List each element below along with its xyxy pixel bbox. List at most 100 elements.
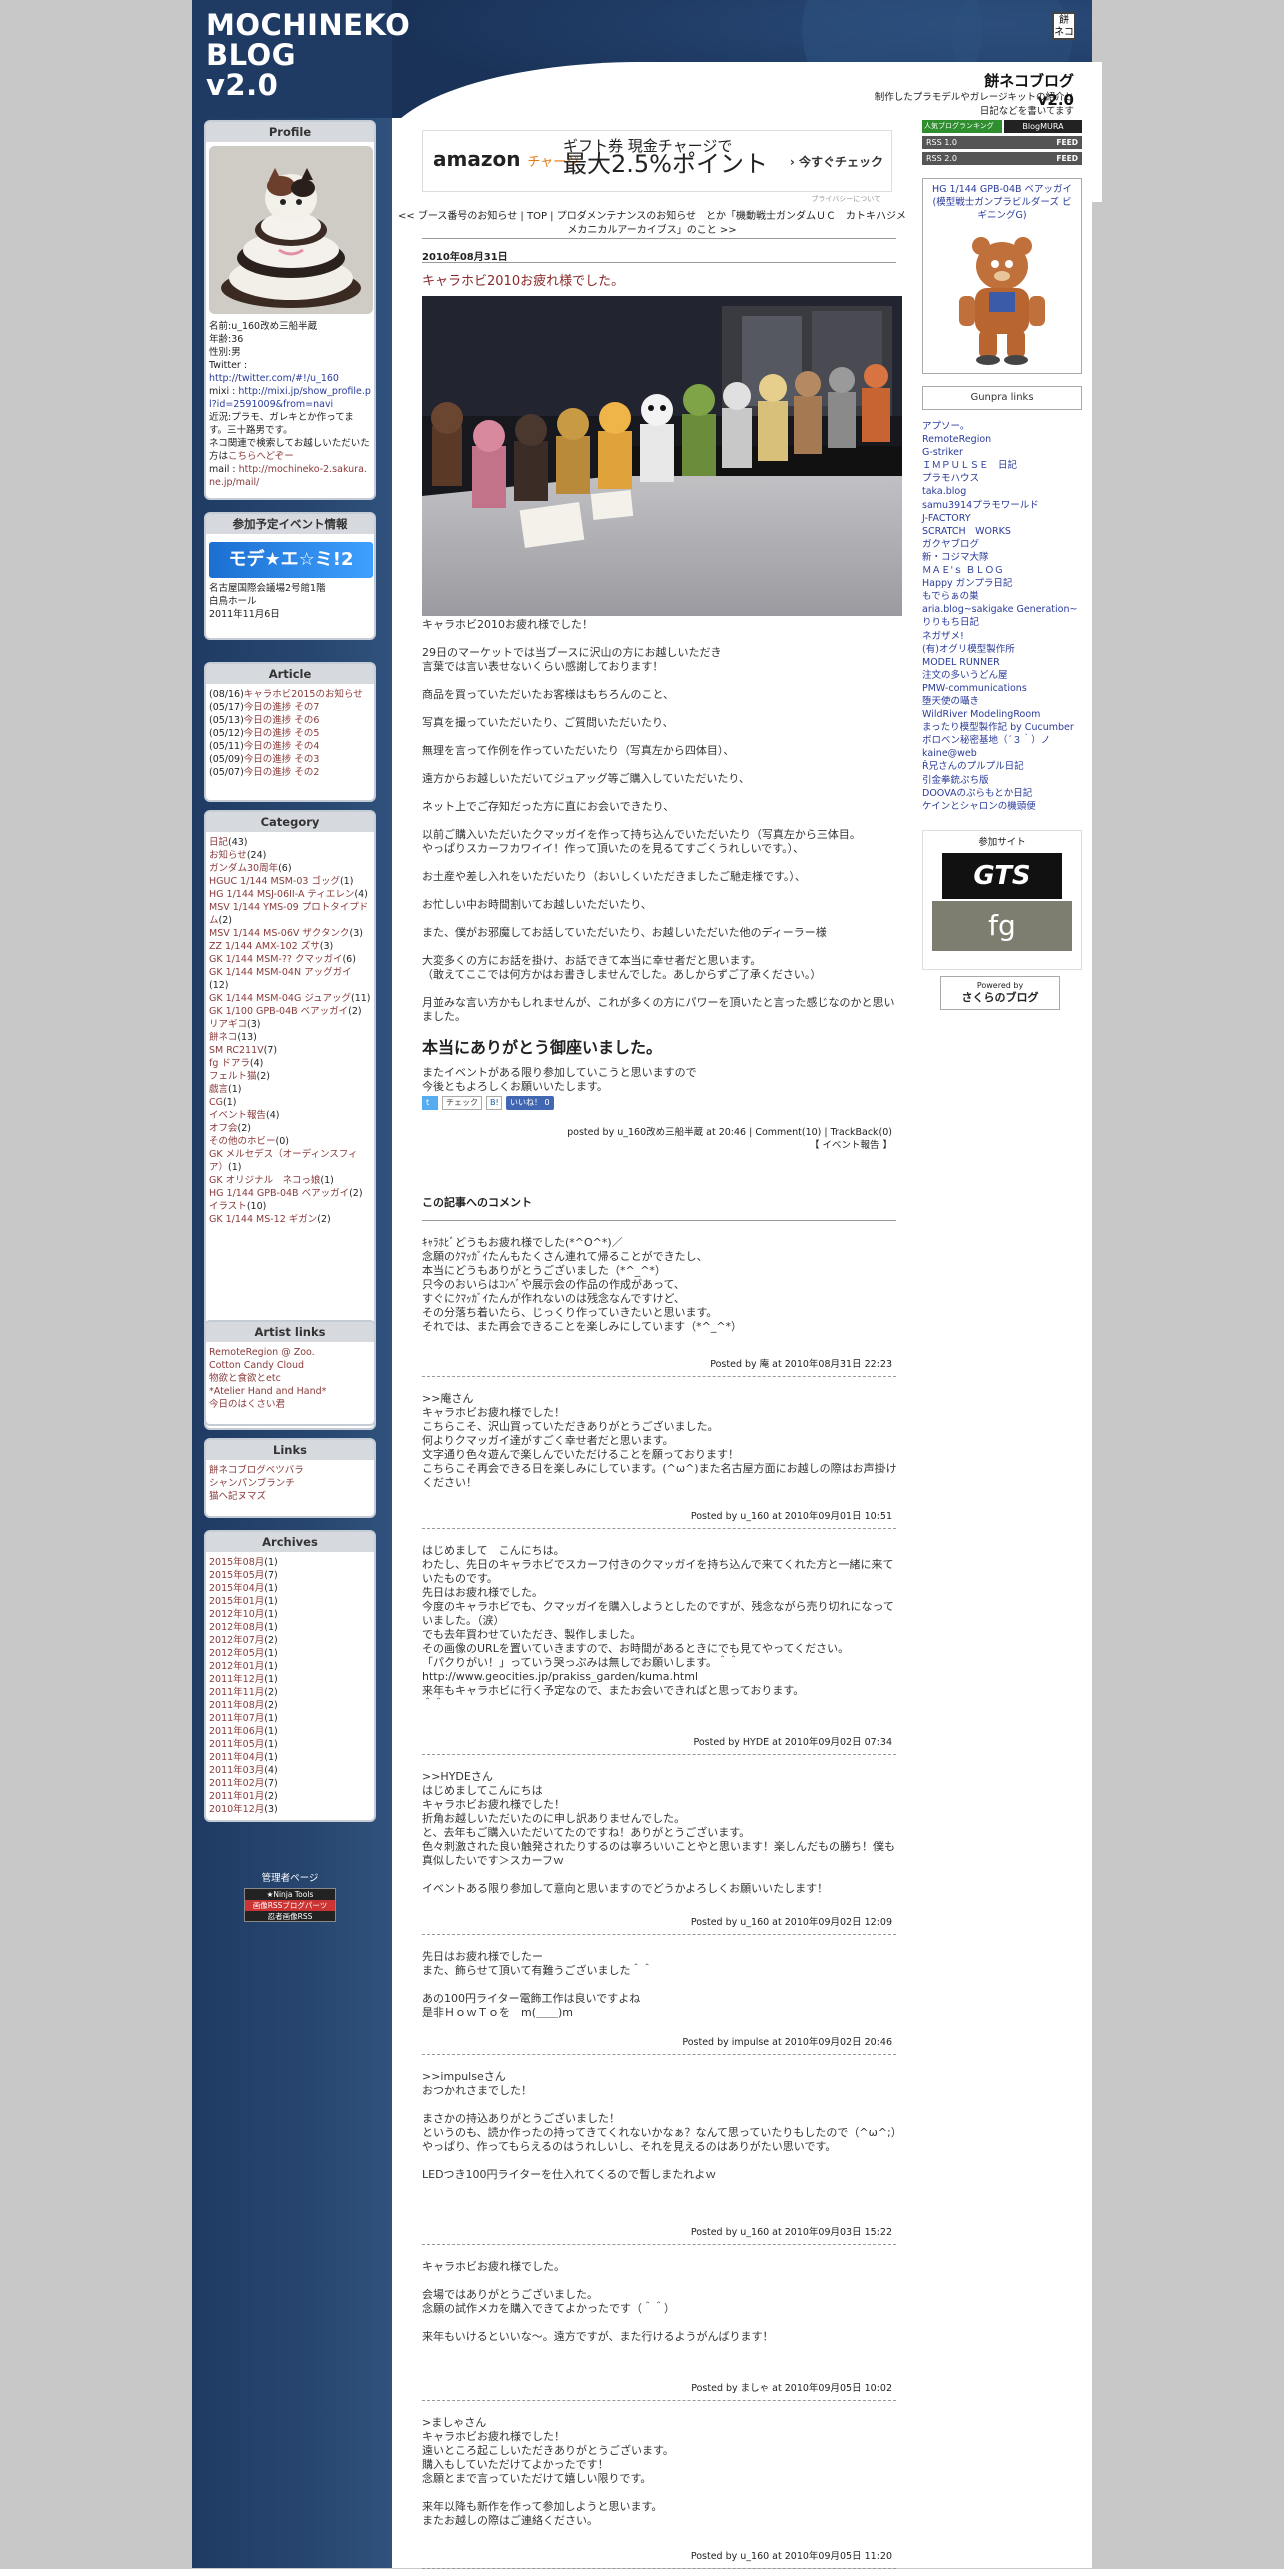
gunpra-link[interactable]: samu3914プラモワールド — [922, 499, 1082, 512]
mixi-check-button[interactable]: チェック — [442, 1096, 482, 1110]
archive-link[interactable]: 2011年05月 — [209, 1739, 264, 1750]
gunpra-link[interactable]: 注文の多いうどん屋 — [922, 669, 1082, 682]
gunpra-link[interactable]: DOOVAのぷらもとか日記 — [922, 787, 1082, 800]
rss2-feed-button[interactable]: RSS 2.0 FEED — [922, 152, 1082, 165]
twitter-link[interactable]: http://twitter.com/#!/u_160 — [209, 373, 339, 384]
article-link[interactable]: 今日の進捗 その3 — [244, 754, 320, 765]
article-link[interactable]: 今日の進捗 その2 — [244, 767, 320, 778]
gunpra-link[interactable]: MODEL RUNNER — [922, 656, 1082, 669]
archive-link[interactable]: 2015年04月 — [209, 1583, 264, 1594]
admin-link[interactable]: 管理者ページ — [202, 1870, 378, 1884]
article-link[interactable]: 今日の進捗 その4 — [244, 741, 320, 752]
fg-banner[interactable]: fg — [932, 901, 1072, 951]
gunpra-link[interactable]: PMW-communications — [922, 682, 1082, 695]
gunpra-link[interactable]: taka.blog — [922, 485, 1082, 498]
category-link[interactable]: 日記 — [209, 837, 228, 848]
gunpra-link[interactable]: 引金拳銃ぷち版 — [922, 774, 1082, 787]
post-navigation[interactable]: << ブース番号のお知らせ | TOP | プロダメンテナンスのお知らせ とか「… — [392, 210, 912, 238]
gunpra-link[interactable]: 堕天使の囁き — [922, 695, 1082, 708]
blog-link[interactable]: 餅ネコブログベツバラ — [209, 1464, 371, 1477]
category-link[interactable]: GK 1/144 MSM-?? クマッガイ — [209, 954, 342, 965]
ranking-banner[interactable]: 人気ブログランキング — [922, 120, 1002, 133]
gunpra-link[interactable]: まったり模型製作記 by Cucumber — [922, 721, 1082, 734]
post-meta-line[interactable]: posted by u_160改め三船半蔵 at 20:46 | Comment… — [422, 1126, 892, 1139]
category-link[interactable]: SM RC211V — [209, 1045, 264, 1056]
category-link[interactable]: fg ドアラ — [209, 1058, 250, 1069]
ad-privacy-link[interactable]: プライバシーについて — [811, 194, 881, 204]
gunpra-link[interactable]: 新・コジマ大隊 — [922, 551, 1082, 564]
category-link[interactable]: 戯言 — [209, 1084, 228, 1095]
gunpra-link[interactable]: アプソー。 — [922, 420, 1082, 433]
category-link[interactable]: GK オリジナル ネコっ娘 — [209, 1175, 320, 1186]
category-link[interactable]: GK 1/144 MSM-04N アッグガイ — [209, 967, 352, 978]
amazon-ad-banner[interactable]: amazon チャージ ギフト券 現金チャージで 最大2.5%ポイント › 今す… — [422, 130, 892, 203]
archive-link[interactable]: 2011年12月 — [209, 1674, 264, 1685]
archive-link[interactable]: 2012年07月 — [209, 1635, 264, 1646]
category-link[interactable]: MSV 1/144 MS-06V ザクタンク — [209, 928, 350, 939]
gunpra-link[interactable]: G-striker — [922, 446, 1082, 459]
post-title[interactable]: キャラホビ2010お疲れ様でした。 — [422, 270, 624, 289]
artist-link[interactable]: Cotton Candy Cloud — [209, 1359, 371, 1372]
gunpra-link[interactable]: プラモハウス — [922, 472, 1082, 485]
archive-link[interactable]: 2015年01月 — [209, 1596, 264, 1607]
facebook-like-button[interactable]: いいね！ 0 — [506, 1096, 554, 1110]
gunpra-link[interactable]: WildRiver ModelingRoom — [922, 708, 1082, 721]
archive-link[interactable]: 2012年01月 — [209, 1661, 264, 1672]
artist-link[interactable]: 今日のはくさい君 — [209, 1398, 371, 1411]
ad-check-button[interactable]: › 今すぐチェック — [790, 153, 883, 170]
category-link[interactable]: GK 1/144 MSM-04G ジュアッグ — [209, 993, 351, 1004]
archive-link[interactable]: 2012年05月 — [209, 1648, 264, 1659]
category-link[interactable]: HGUC 1/144 MSM-03 ゴッグ — [209, 876, 340, 887]
rss1-feed-button[interactable]: RSS 1.0 FEED — [922, 136, 1082, 149]
category-link[interactable]: HG 1/144 GPB-04B ベアッガイ — [209, 1188, 349, 1199]
gunpra-link[interactable]: ケインとシャロンの機頭便 — [922, 800, 1082, 813]
gunpra-link[interactable]: SCRATCH WORKS — [922, 525, 1082, 538]
archive-link[interactable]: 2011年01月 — [209, 1791, 264, 1802]
archive-link[interactable]: 2015年08月 — [209, 1557, 264, 1568]
category-link[interactable]: CG — [209, 1097, 223, 1108]
blogmura-banner[interactable]: BlogMURA — [1004, 120, 1082, 133]
artist-link[interactable]: *Atelier Hand and Hand* — [209, 1385, 371, 1398]
blog-link[interactable]: シャンパンブランチ — [209, 1477, 371, 1490]
artist-link[interactable]: 物欲と食欲とetc — [209, 1372, 371, 1385]
ninja-rss-badge[interactable]: ★Ninja Tools 画像RSSブログパーツ 忍者画像RSS — [244, 1888, 336, 1922]
archive-link[interactable]: 2015年05月 — [209, 1570, 264, 1581]
category-link[interactable]: オフ会 — [209, 1123, 238, 1134]
gunpra-link[interactable]: ボロベン秘密基地（´３｀）ノ — [922, 734, 1082, 747]
category-link[interactable]: ガンダム30周年 — [209, 863, 278, 874]
archive-link[interactable]: 2011年07月 — [209, 1713, 264, 1724]
archive-link[interactable]: 2011年11月 — [209, 1687, 264, 1698]
archive-link[interactable]: 2011年06月 — [209, 1726, 264, 1737]
category-link[interactable]: リアギコ — [209, 1019, 247, 1030]
archive-link[interactable]: 2011年04月 — [209, 1752, 264, 1763]
post-category-link[interactable]: 【 イベント報告 】 — [422, 1139, 892, 1152]
category-link[interactable]: 餅ネコ — [209, 1032, 237, 1043]
archive-link[interactable]: 2012年08月 — [209, 1622, 264, 1633]
blog-link[interactable]: 猫ヘ記ヌマズ — [209, 1490, 371, 1503]
gunpra-link[interactable]: りりもち日記 — [922, 616, 1082, 629]
category-link[interactable]: お知らせ — [209, 850, 247, 861]
article-link[interactable]: 今日の進捗 その6 — [244, 715, 320, 726]
event-banner[interactable]: モデ★エ☆ミ!2 — [209, 542, 373, 578]
gunpra-link[interactable]: aria.blog~sakigake Generation~ — [922, 603, 1082, 616]
gunpra-link[interactable]: Ř兄さんのプルプル日記 — [922, 760, 1082, 773]
gunpra-link[interactable]: RemoteRegion — [922, 433, 1082, 446]
archive-link[interactable]: 2010年12月 — [209, 1804, 264, 1815]
bookmark-icon[interactable]: B! — [486, 1096, 502, 1110]
gunpra-link[interactable]: ネガザメ! — [922, 630, 1082, 643]
gts-banner[interactable]: GTS — [942, 853, 1062, 899]
category-link[interactable]: フェルト猫 — [209, 1071, 257, 1082]
archive-link[interactable]: 2011年03月 — [209, 1765, 264, 1776]
category-link[interactable]: MSV 1/144 YMS-09 プロトタイプドム — [209, 902, 368, 926]
gunpra-link[interactable]: ＭＡＥ'ｓ ＢＬＯＧ — [922, 564, 1082, 577]
category-link[interactable]: HG 1/144 MSJ-06II-A ティエレン — [209, 889, 354, 900]
article-link[interactable]: 今日の進捗 その5 — [244, 728, 320, 739]
category-link[interactable]: イラスト — [209, 1201, 247, 1212]
site-logo[interactable]: MOCHINEKO BLOG v2.0 — [206, 10, 410, 100]
archive-link[interactable]: 2011年08月 — [209, 1700, 264, 1711]
gunpra-link[interactable]: ＩＭＰＵＬＳＥ 日記 — [922, 459, 1082, 472]
category-link[interactable]: GK 1/100 GPB-04B ベアッガイ — [209, 1006, 348, 1017]
category-link[interactable]: ZZ 1/144 AMX-102 ズサ — [209, 941, 320, 952]
archive-link[interactable]: 2011年02月 — [209, 1778, 264, 1789]
category-link[interactable]: その他のホビー — [209, 1136, 276, 1147]
